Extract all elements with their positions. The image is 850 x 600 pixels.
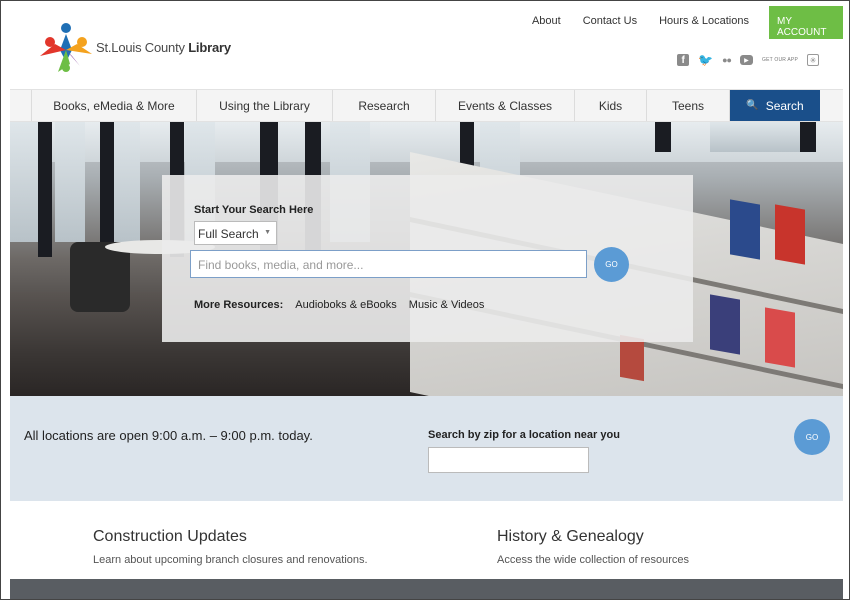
construction-updates-desc: Learn about upcoming branch closures and…: [93, 554, 368, 566]
zip-go-button[interactable]: GO: [794, 419, 830, 455]
hero-column: [38, 122, 52, 257]
my-account-button[interactable]: MY ACCOUNT: [769, 6, 843, 39]
nav-search-label: Search: [765, 98, 804, 113]
nav-search-button[interactable]: 🔍 Search: [730, 90, 820, 121]
site-header: St.Louis County Library About Contact Us…: [10, 6, 843, 89]
hero-window: [10, 122, 40, 242]
about-link[interactable]: About: [532, 6, 561, 27]
features-section: Construction Updates Learn about upcomin…: [10, 501, 843, 579]
search-type-value: Full Search: [198, 227, 259, 241]
hours-locations-link[interactable]: Hours & Locations: [659, 6, 749, 27]
logo-text-light: St.Louis County: [96, 40, 189, 55]
facebook-icon[interactable]: f: [677, 54, 690, 66]
hero-window: [55, 122, 85, 242]
nav-events-classes[interactable]: Events & Classes: [436, 90, 575, 121]
nav-research[interactable]: Research: [333, 90, 436, 121]
more-resources: More Resources: Audioboks & eBooks Music…: [194, 299, 484, 311]
hero-book: [730, 199, 760, 260]
more-resources-label: More Resources:: [194, 299, 284, 311]
twitter-icon[interactable]: 🐦: [698, 53, 713, 67]
main-nav: Books, eMedia & More Using the Library R…: [10, 89, 843, 122]
logo-figures-icon[interactable]: [36, 20, 96, 76]
utility-links: About Contact Us Hours & Locations MY AC…: [532, 6, 843, 39]
logo-text-bold: Library: [188, 40, 231, 55]
search-go-button[interactable]: GO: [594, 247, 629, 282]
audiobooks-ebooks-link[interactable]: Audioboks & eBooks: [295, 299, 397, 311]
hours-text: All locations are open 9:00 a.m. – 9:00 …: [24, 428, 313, 443]
hero-column: [800, 122, 816, 152]
logo-text[interactable]: St.Louis County Library: [96, 40, 231, 55]
history-genealogy-link[interactable]: History & Genealogy: [497, 528, 644, 546]
hero-chair: [70, 242, 130, 312]
app-icon[interactable]: ✳: [807, 54, 819, 66]
zip-input[interactable]: [428, 447, 589, 473]
search-panel-title: Start Your Search Here: [194, 204, 314, 216]
nav-teens[interactable]: Teens: [647, 90, 730, 121]
hero-window: [110, 122, 140, 242]
social-links: f 🐦 ●● ▶ GET OUR APP ✳: [677, 53, 819, 67]
search-input[interactable]: Find books, media, and more...: [190, 250, 587, 278]
zip-search-label: Search by zip for a location near you: [428, 429, 620, 441]
search-type-select[interactable]: Full Search ▼: [194, 221, 277, 245]
music-videos-link[interactable]: Music & Videos: [409, 299, 485, 311]
youtube-icon[interactable]: ▶: [739, 55, 753, 65]
nav-kids[interactable]: Kids: [575, 90, 647, 121]
nav-using-library[interactable]: Using the Library: [197, 90, 333, 121]
hero-book: [775, 204, 805, 265]
page-frame: St.Louis County Library About Contact Us…: [0, 0, 850, 600]
hero-book: [710, 294, 740, 355]
hero-column: [655, 122, 671, 152]
get-our-app-label[interactable]: GET OUR APP: [762, 57, 798, 63]
construction-updates-link[interactable]: Construction Updates: [93, 528, 247, 546]
search-panel: Start Your Search Here Full Search ▼ Fin…: [162, 175, 693, 342]
nav-books-emedia[interactable]: Books, eMedia & More: [31, 90, 197, 121]
hero-column: [100, 122, 114, 257]
footer-bar: [10, 579, 843, 599]
contact-us-link[interactable]: Contact Us: [583, 6, 637, 27]
chevron-down-icon: ▼: [264, 229, 271, 236]
hours-band: All locations are open 9:00 a.m. – 9:00 …: [10, 396, 843, 501]
search-icon: 🔍: [746, 100, 759, 111]
hero-window: [710, 122, 800, 152]
history-genealogy-desc: Access the wide collection of resources: [497, 554, 689, 566]
hero-book: [765, 307, 795, 368]
flickr-icon[interactable]: ●●: [722, 55, 732, 65]
